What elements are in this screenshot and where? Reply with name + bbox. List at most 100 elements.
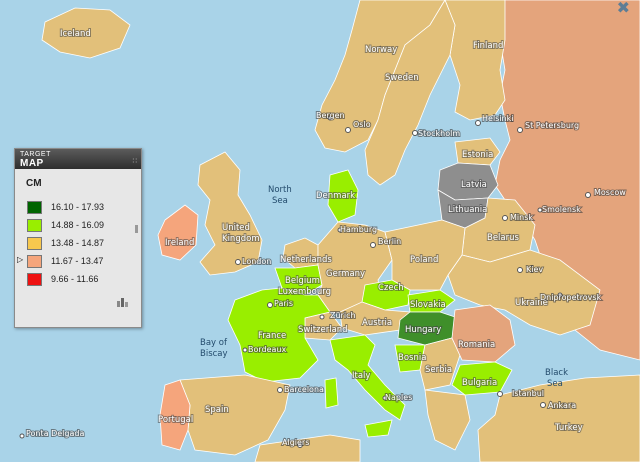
legend-swatch bbox=[27, 255, 42, 268]
city-dot-london[interactable] bbox=[235, 259, 241, 265]
city-smolensk: Smolensk bbox=[542, 205, 581, 214]
label-portugal: Portugal bbox=[158, 415, 193, 425]
legend-scroll-handle[interactable] bbox=[135, 225, 138, 233]
label-slovakia: Slovakia bbox=[410, 300, 446, 310]
region-sardinia[interactable] bbox=[324, 377, 339, 409]
city-hamburg: Hamburg bbox=[340, 225, 377, 234]
targetmap-logo: TARGET MAP bbox=[20, 150, 51, 169]
label-bulgaria: Bulgaria bbox=[462, 378, 497, 388]
city-dot-zurich[interactable] bbox=[319, 314, 325, 320]
label-turkey: Turkey bbox=[554, 423, 583, 433]
city-bordeaux: Bordeaux bbox=[248, 345, 287, 354]
label-spain: Spain bbox=[205, 405, 229, 415]
label-ireland: Ireland bbox=[165, 238, 194, 248]
city-algiers: Algiers bbox=[282, 438, 309, 447]
sea-black-2: Sea bbox=[547, 379, 563, 389]
selected-pointer-icon: ▷ bbox=[17, 255, 24, 264]
city-dot-kiev[interactable] bbox=[517, 267, 523, 273]
label-estonia: Estonia bbox=[462, 150, 493, 160]
label-finland: Finland bbox=[473, 41, 503, 51]
city-london: London bbox=[242, 257, 271, 266]
city-ponta-delgada: Ponta Delgada bbox=[26, 429, 84, 438]
legend-item[interactable]: 13.48 - 14.87 bbox=[15, 237, 141, 250]
city-paris: Paris bbox=[274, 299, 293, 308]
legend-range-label: 14.88 - 16.09 bbox=[51, 219, 105, 230]
city-barcelona: Barcelona bbox=[284, 385, 324, 394]
city-naples: Naples bbox=[385, 393, 412, 402]
label-sweden: Sweden bbox=[385, 73, 419, 83]
label-serbia: Serbia bbox=[425, 365, 452, 375]
bar-chart-icon[interactable] bbox=[117, 297, 129, 307]
label-romania: Romania bbox=[458, 340, 495, 350]
city-st-petersburg: St Petersburg bbox=[525, 121, 579, 130]
sea-north-1: North bbox=[268, 185, 292, 195]
legend-item[interactable]: ▷ 11.67 - 13.47 bbox=[15, 255, 141, 268]
city-ankara: Ankara bbox=[548, 401, 576, 410]
city-zurich: Zürich bbox=[330, 311, 356, 320]
legend-swatch bbox=[27, 201, 42, 214]
legend-item[interactable]: 16.10 - 17.93 bbox=[15, 201, 141, 214]
legend-range-label: 11.67 - 13.47 bbox=[51, 255, 104, 266]
legend-list: 16.10 - 17.93 14.88 - 16.09 13.48 - 14.87 ▷… bbox=[15, 201, 141, 286]
city-dot-ponta-delgada[interactable] bbox=[19, 433, 25, 439]
legend-title: CM bbox=[26, 178, 42, 189]
label-belarus: Belarus bbox=[487, 233, 520, 243]
city-dnipropetrovsk: Dnipropetrovsk bbox=[540, 293, 602, 302]
legend-range-label: 9.66 - 11.66 bbox=[51, 273, 99, 284]
sea-black-1: Black bbox=[545, 368, 568, 378]
legend-swatch bbox=[27, 219, 42, 232]
drag-handle-icon[interactable]: ∷ bbox=[133, 157, 137, 165]
label-hungary: Hungary bbox=[405, 325, 441, 335]
city-dot-minsk[interactable] bbox=[502, 215, 508, 221]
city-dot-st-petersburg[interactable] bbox=[517, 127, 523, 133]
label-italy: Italy bbox=[352, 371, 370, 381]
city-stockholm: Stockholm bbox=[418, 129, 460, 138]
label-austria: Austria bbox=[362, 318, 392, 328]
city-dot-paris[interactable] bbox=[267, 302, 273, 308]
city-dot-bordeaux[interactable] bbox=[242, 347, 248, 353]
city-helsinki: Helsinki bbox=[482, 114, 513, 123]
city-istanbul: Istanbul bbox=[512, 389, 544, 398]
label-germany: Germany bbox=[326, 269, 365, 279]
label-netherlands: Netherlands bbox=[280, 255, 332, 265]
legend-panel[interactable]: TARGET MAP ∷ CM 16.10 - 17.93 14.88 - 16.… bbox=[14, 148, 142, 328]
city-minsk: Minsk bbox=[510, 213, 533, 222]
city-dot-oslo[interactable] bbox=[345, 127, 351, 133]
label-belgium: Belgium bbox=[285, 276, 320, 286]
label-bosnia: Bosnia bbox=[398, 353, 426, 363]
city-berlin: Berlin bbox=[378, 237, 401, 246]
label-iceland: Iceland bbox=[60, 29, 91, 39]
city-kiev: Kiev bbox=[526, 265, 543, 274]
label-denmark: Denmark bbox=[316, 191, 355, 201]
close-icon[interactable]: ✖ bbox=[617, 0, 630, 18]
city-dot-ankara[interactable] bbox=[540, 402, 546, 408]
label-luxembourg: Luxembourg bbox=[278, 287, 331, 297]
legend-range-label: 13.48 - 14.87 bbox=[51, 237, 105, 248]
label-latvia: Latvia bbox=[461, 180, 487, 190]
legend-item[interactable]: 9.66 - 11.66 bbox=[15, 273, 141, 286]
label-france: France bbox=[258, 331, 286, 341]
label-czech: Czech bbox=[378, 283, 404, 293]
logo-text-bottom: MAP bbox=[20, 158, 44, 169]
legend-range-label: 16.10 - 17.93 bbox=[51, 201, 105, 212]
label-poland: Poland bbox=[410, 255, 438, 265]
legend-swatch bbox=[27, 273, 42, 286]
city-bergen: Bergen bbox=[316, 111, 345, 120]
city-dot-moscow[interactable] bbox=[585, 192, 591, 198]
label-uk-1: United bbox=[222, 223, 250, 233]
sea-north-2: Sea bbox=[272, 196, 288, 206]
label-norway: Norway bbox=[365, 45, 397, 55]
city-dot-istanbul[interactable] bbox=[497, 391, 503, 397]
legend-swatch bbox=[27, 237, 42, 250]
city-moscow: Moscow bbox=[594, 188, 626, 197]
legend-header[interactable]: TARGET MAP ∷ bbox=[15, 149, 141, 169]
city-dot-stockholm[interactable] bbox=[412, 130, 418, 136]
city-dot-barcelona[interactable] bbox=[277, 387, 283, 393]
city-dot-berlin[interactable] bbox=[370, 242, 376, 248]
city-dot-helsinki[interactable] bbox=[475, 120, 481, 126]
sea-biscay-1: Bay of bbox=[200, 338, 228, 348]
label-uk-2: Kingdom bbox=[222, 234, 260, 244]
city-oslo: Oslo bbox=[353, 120, 371, 129]
label-lithuania: Lithuania bbox=[448, 205, 487, 215]
legend-item[interactable]: 14.88 - 16.09 bbox=[15, 219, 141, 232]
